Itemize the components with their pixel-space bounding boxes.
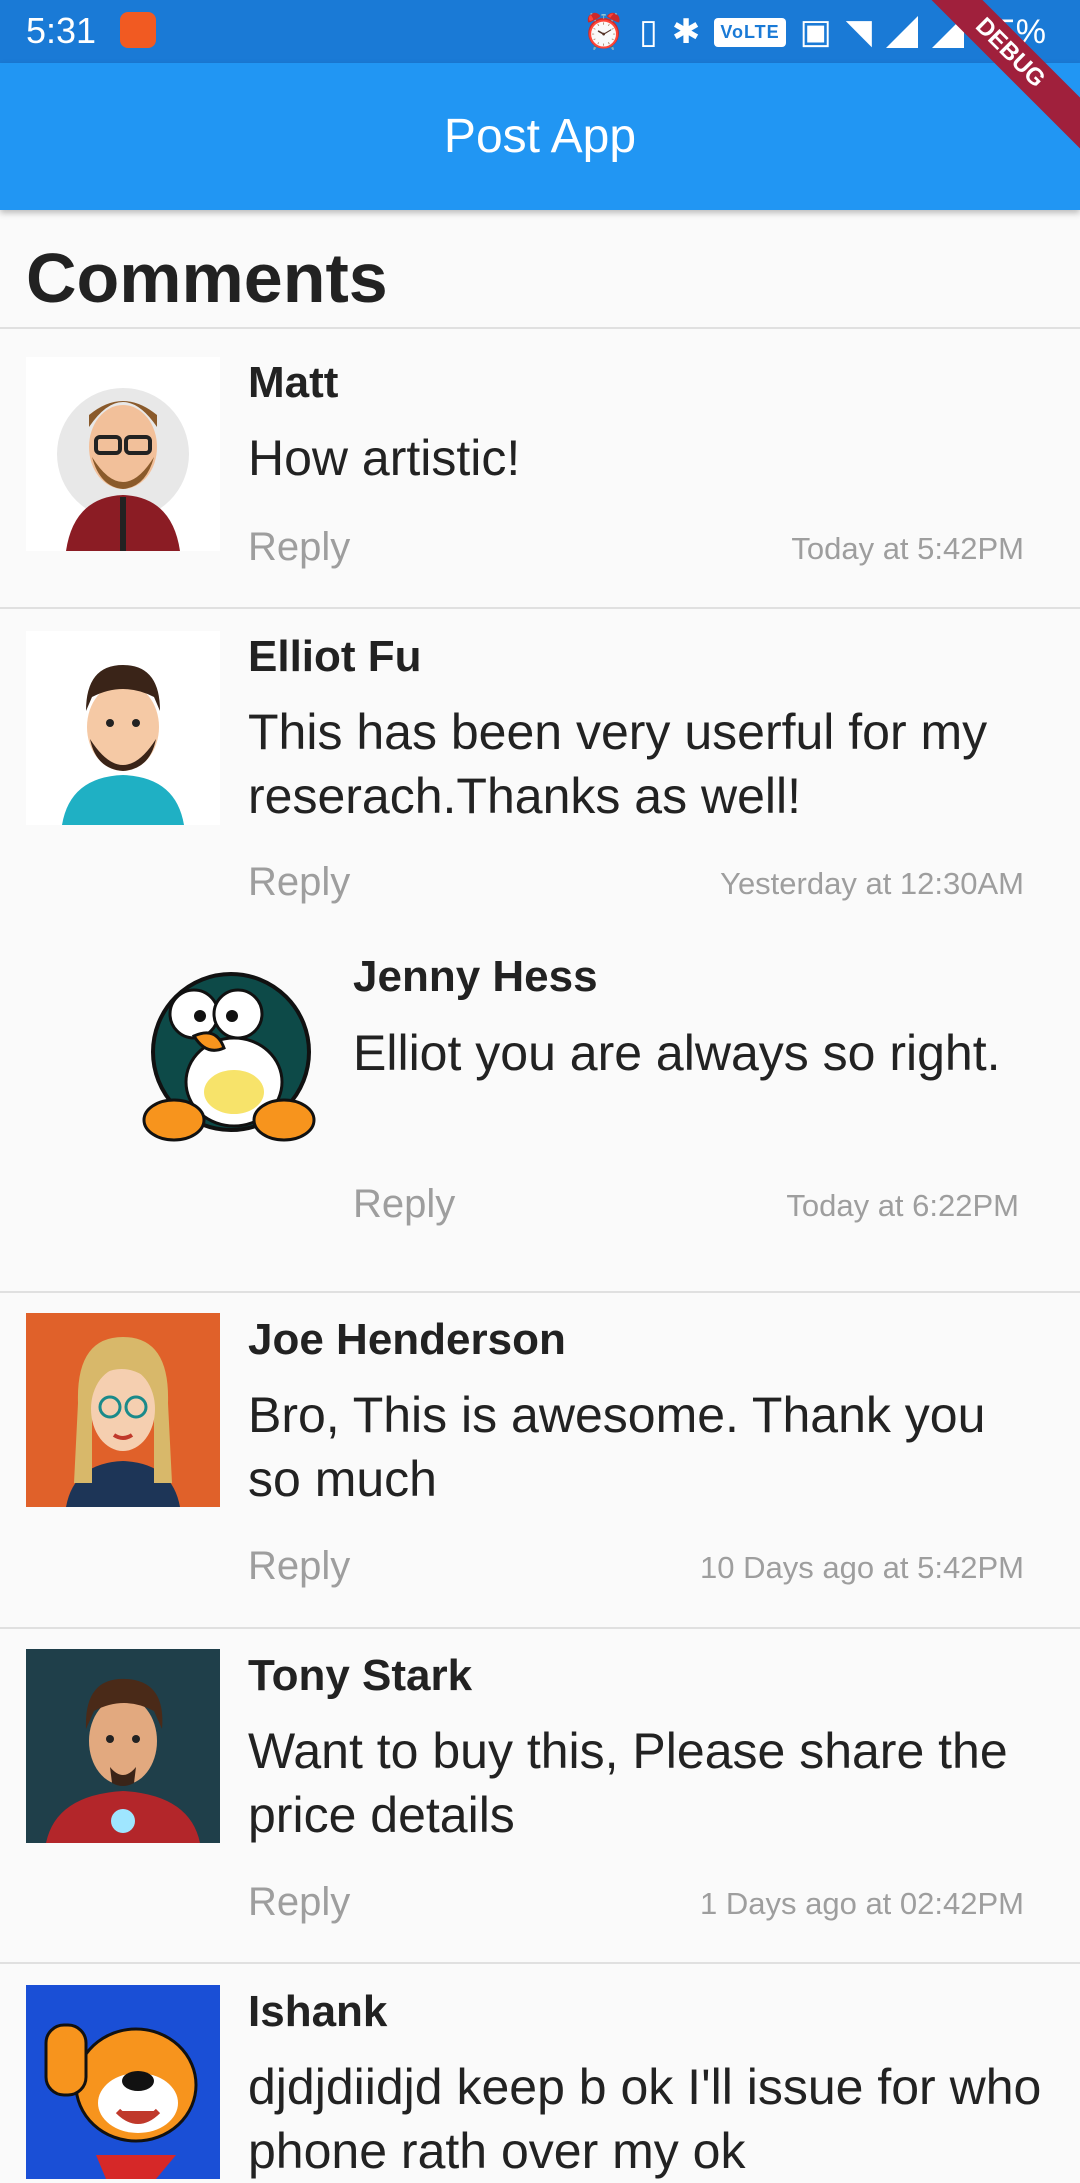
comment-author: Tony Stark: [248, 1651, 473, 1700]
iron-man-avatar-icon: [26, 1649, 220, 1843]
comment-timestamp: Today at 5:42PM: [791, 531, 1024, 566]
avatar[interactable]: [26, 1313, 220, 1507]
volte-icon: VoLTE: [714, 17, 786, 47]
reply-button[interactable]: Reply: [248, 1544, 350, 1589]
reply-button[interactable]: Reply: [353, 1182, 455, 1227]
avatar[interactable]: [26, 1985, 220, 2179]
comment-divider: [0, 1291, 1080, 1293]
wifi-icon: ◥: [845, 13, 872, 51]
vibrate-icon: ▣: [799, 13, 832, 51]
reply-button[interactable]: Reply: [248, 1880, 350, 1925]
comment-timestamp: 1 Days ago at 02:42PM: [700, 1886, 1024, 1921]
mi-notification-icon: [120, 12, 156, 48]
comment-divider: [0, 1962, 1080, 1964]
comment-divider: [0, 1627, 1080, 1629]
comment-author: Jenny Hess: [353, 952, 598, 1001]
comment-text: djdjdiidjd keep b ok I'll issue for who …: [248, 2059, 1042, 2179]
reply-button[interactable]: Reply: [248, 525, 350, 570]
comment-timestamp: Today at 6:22PM: [786, 1188, 1019, 1223]
comment-author: Elliot Fu: [248, 632, 422, 681]
avatar[interactable]: [26, 357, 220, 551]
avatar[interactable]: [26, 631, 220, 825]
comment-author: Joe Henderson: [248, 1315, 566, 1364]
comment-text: How artistic!: [248, 430, 521, 486]
alarm-icon: ⏰: [582, 13, 626, 51]
comment-text: Bro, This is awesome. Thank you so much: [248, 1387, 986, 1507]
bluetooth-icon: ✱: [671, 13, 701, 51]
comment-author: Ishank: [248, 1987, 388, 2036]
header-divider: [0, 327, 1080, 329]
comment-text: Elliot you are always so right.: [353, 1025, 1001, 1081]
comment-timestamp: 10 Days ago at 5:42PM: [700, 1550, 1024, 1585]
reply-button[interactable]: Reply: [248, 860, 350, 905]
penguin-avatar-icon: [134, 952, 328, 1146]
avatar[interactable]: [26, 1649, 220, 1843]
app-bar: Post App: [0, 63, 1080, 210]
page-title: Comments: [26, 239, 388, 317]
app-title: Post App: [443, 110, 637, 163]
status-time: 5:31: [26, 10, 97, 51]
comment-text: This has been very userful for my resera…: [248, 704, 988, 824]
comment-divider: [0, 607, 1080, 609]
tiger-avatar-icon: [26, 1985, 220, 2179]
comment-author: Matt: [248, 358, 339, 407]
man-avatar-icon: [26, 631, 220, 825]
woman-avatar-icon: [26, 1313, 220, 1507]
phone-icon: ▯: [639, 13, 658, 51]
avatar[interactable]: [134, 952, 328, 1146]
bearded-man-avatar-icon: [26, 357, 220, 551]
comment-timestamp: Yesterday at 12:30AM: [720, 866, 1024, 901]
comment-text: Want to buy this, Please share the price…: [248, 1723, 1008, 1843]
status-bar: 5:31 ⏰ ▯ ✱ VoLTE ▣ ◥ 75%: [0, 0, 1080, 63]
signal-icon: [885, 16, 918, 48]
